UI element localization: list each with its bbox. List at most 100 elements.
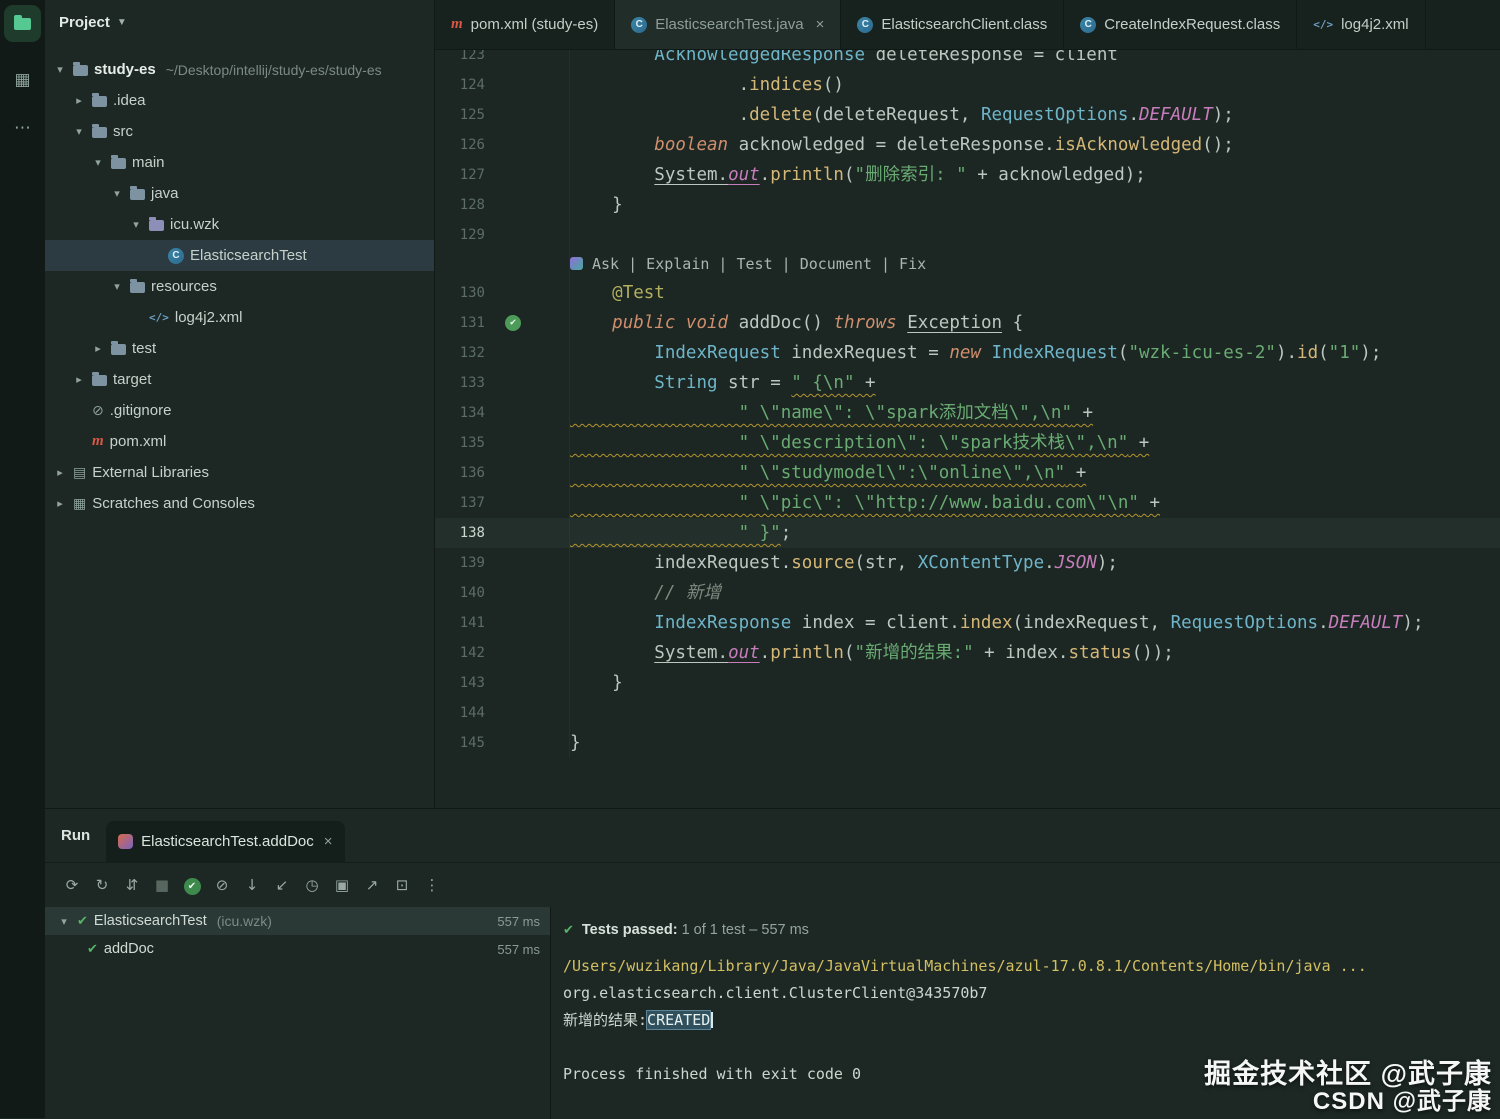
chevron-right-icon[interactable]: ▸ bbox=[53, 497, 67, 510]
chevron-down-icon[interactable]: ▾ bbox=[91, 156, 105, 169]
project-tree-item[interactable]: CElasticsearchTest bbox=[45, 240, 434, 271]
editor-tab[interactable]: mpom.xml (study-es) bbox=[435, 0, 615, 49]
project-tree-item[interactable]: ▸▦Scratches and Consoles bbox=[45, 488, 434, 519]
code-line[interactable]: 136 " \"studymodel\":\"online\",\n" + bbox=[435, 458, 1500, 488]
line-number[interactable]: 126 bbox=[435, 130, 485, 160]
code-line[interactable]: 141 IndexResponse index = client.index(i… bbox=[435, 608, 1500, 638]
chevron-right-icon[interactable]: ▸ bbox=[72, 94, 86, 107]
line-number[interactable]: 128 bbox=[435, 190, 485, 220]
code-line[interactable]: 139 indexRequest.source(str, XContentTyp… bbox=[435, 548, 1500, 578]
code-line[interactable]: 125 .delete(deleteRequest, RequestOption… bbox=[435, 100, 1500, 130]
chevron-right-icon[interactable]: ▸ bbox=[91, 342, 105, 355]
project-tree-item[interactable]: ▾resources bbox=[45, 271, 434, 302]
chevron-down-icon[interactable]: ▾ bbox=[72, 125, 86, 138]
run-options-icon[interactable]: ⇵ bbox=[117, 876, 147, 894]
code-line[interactable]: 128 } bbox=[435, 190, 1500, 220]
line-number[interactable]: 129 bbox=[435, 220, 485, 250]
code-line[interactable]: 138 " }"; bbox=[435, 518, 1500, 548]
project-tree-item[interactable]: ▸▤External Libraries bbox=[45, 457, 434, 488]
test-history-icon[interactable]: ◷ bbox=[297, 876, 327, 894]
project-tree-item[interactable]: ▸.idea bbox=[45, 85, 434, 116]
project-folder-logo-icon[interactable] bbox=[4, 5, 41, 42]
line-number[interactable]: 141 bbox=[435, 608, 485, 638]
test-tree-item[interactable]: ✔addDoc557 ms bbox=[45, 935, 550, 963]
sort-icon[interactable]: ↓ bbox=[237, 876, 267, 894]
test-tree-item[interactable]: ▾✔ElasticsearchTest(icu.wzk)557 ms bbox=[45, 907, 550, 935]
project-tree-item[interactable]: ▾main bbox=[45, 147, 434, 178]
stop-icon[interactable]: ■ bbox=[147, 876, 177, 894]
show-passed-icon[interactable]: ✔ bbox=[177, 875, 207, 895]
code-line[interactable]: 127 System.out.println("删除索引: " + acknow… bbox=[435, 160, 1500, 190]
chevron-down-icon[interactable]: ▾ bbox=[110, 187, 124, 200]
more-options-icon[interactable]: ⋮ bbox=[417, 876, 447, 894]
chevron-down-icon[interactable]: ▾ bbox=[53, 63, 67, 76]
editor-tab[interactable]: </>log4j2.xml bbox=[1297, 0, 1425, 49]
editor-tab[interactable]: CCreateIndexRequest.class bbox=[1064, 0, 1297, 49]
chevron-right-icon[interactable]: ▸ bbox=[53, 466, 67, 479]
line-number[interactable]: 138 bbox=[435, 518, 485, 548]
code-line[interactable]: 133 String str = " {\n" + bbox=[435, 368, 1500, 398]
code-line[interactable]: 137 " \"pic\": \"http://www.baidu.com\"\… bbox=[435, 488, 1500, 518]
line-number[interactable]: 131 bbox=[435, 308, 485, 338]
line-number[interactable]: 140 bbox=[435, 578, 485, 608]
code-line[interactable]: 126 boolean acknowledged = deleteRespons… bbox=[435, 130, 1500, 160]
chevron-down-icon[interactable]: ▾ bbox=[129, 218, 143, 231]
line-number[interactable]: 134 bbox=[435, 398, 485, 428]
project-tool-icon[interactable]: ▦ bbox=[14, 70, 30, 90]
line-number[interactable]: 125 bbox=[435, 100, 485, 130]
code-line[interactable]: 142 System.out.println("新增的结果:" + index.… bbox=[435, 638, 1500, 668]
close-tab-icon[interactable]: × bbox=[816, 16, 825, 33]
project-tree-item[interactable]: ⊘.gitignore bbox=[45, 395, 434, 426]
close-tab-icon[interactable]: × bbox=[324, 833, 333, 850]
line-number[interactable]: 132 bbox=[435, 338, 485, 368]
line-number[interactable]: 137 bbox=[435, 488, 485, 518]
line-number[interactable]: 143 bbox=[435, 668, 485, 698]
project-tree-item[interactable]: ▾src bbox=[45, 116, 434, 147]
line-number[interactable]: 133 bbox=[435, 368, 485, 398]
line-number[interactable]: 145 bbox=[435, 728, 485, 758]
rerun-tests-icon[interactable]: ⟳ bbox=[57, 876, 87, 894]
chevron-down-icon[interactable]: ▾ bbox=[110, 280, 124, 293]
project-panel-header[interactable]: Project ▼ bbox=[45, 0, 434, 44]
rerun-failed-tests-icon[interactable]: ↻ bbox=[87, 876, 117, 894]
project-tree-item[interactable]: </>log4j2.xml bbox=[45, 302, 434, 333]
code-line[interactable]: 129 bbox=[435, 220, 1500, 250]
code-line[interactable]: 130 @Test bbox=[435, 278, 1500, 308]
code-line[interactable]: 140 // 新增 bbox=[435, 578, 1500, 608]
chevron-right-icon[interactable]: ▸ bbox=[72, 373, 86, 386]
project-tree-item[interactable]: ▸target bbox=[45, 364, 434, 395]
line-number[interactable]: 135 bbox=[435, 428, 485, 458]
line-number[interactable]: 127 bbox=[435, 160, 485, 190]
line-number[interactable]: 139 bbox=[435, 548, 485, 578]
code-line[interactable]: 144 bbox=[435, 698, 1500, 728]
line-number[interactable]: 144 bbox=[435, 698, 485, 728]
editor-tab[interactable]: CElasticsearchClient.class bbox=[841, 0, 1064, 49]
line-number[interactable]: 123 bbox=[435, 50, 485, 70]
ai-inlay[interactable]: Ask | Explain | Test | Document | Fix bbox=[570, 250, 926, 278]
code-line[interactable]: 123 AcknowledgedResponse deleteResponse … bbox=[435, 50, 1500, 70]
code-line[interactable]: 143 } bbox=[435, 668, 1500, 698]
project-tree-item[interactable]: ▾java bbox=[45, 178, 434, 209]
project-tree-item[interactable]: ▾study-es~/Desktop/intellij/study-es/stu… bbox=[45, 54, 434, 85]
export-results-icon[interactable]: ↗ bbox=[357, 876, 387, 894]
line-number[interactable]: 130 bbox=[435, 278, 485, 308]
code-line[interactable]: 134 " \"name\": \"spark添加文档\",\n" + bbox=[435, 398, 1500, 428]
run-tool-label[interactable]: Run bbox=[61, 827, 90, 844]
pin-tab-icon[interactable]: ⊡ bbox=[387, 876, 417, 894]
code-line[interactable]: 145} bbox=[435, 728, 1500, 758]
chevron-down-icon[interactable]: ▾ bbox=[57, 915, 71, 928]
code-line[interactable]: 132 IndexRequest indexRequest = new Inde… bbox=[435, 338, 1500, 368]
code-editor[interactable]: 123 AcknowledgedResponse deleteResponse … bbox=[435, 50, 1500, 808]
collapse-all-icon[interactable]: ↙ bbox=[267, 876, 297, 894]
more-tools-icon[interactable]: ⋯ bbox=[14, 118, 31, 138]
show-ignored-icon[interactable]: ⊘ bbox=[207, 876, 237, 894]
run-configuration-tab[interactable]: ElasticsearchTest.addDoc × bbox=[106, 821, 344, 863]
project-tree-item[interactable]: ▾icu.wzk bbox=[45, 209, 434, 240]
editor-tab[interactable]: CElasticsearchTest.java× bbox=[615, 0, 841, 49]
code-line[interactable]: 124 .indices() bbox=[435, 70, 1500, 100]
screenshot-icon[interactable]: ▣ bbox=[327, 876, 357, 894]
line-number[interactable]: 136 bbox=[435, 458, 485, 488]
code-line[interactable]: 135 " \"description\": \"spark技术栈\",\n" … bbox=[435, 428, 1500, 458]
run-test-passed-icon[interactable]: ✔ bbox=[505, 315, 521, 331]
line-number[interactable]: 142 bbox=[435, 638, 485, 668]
